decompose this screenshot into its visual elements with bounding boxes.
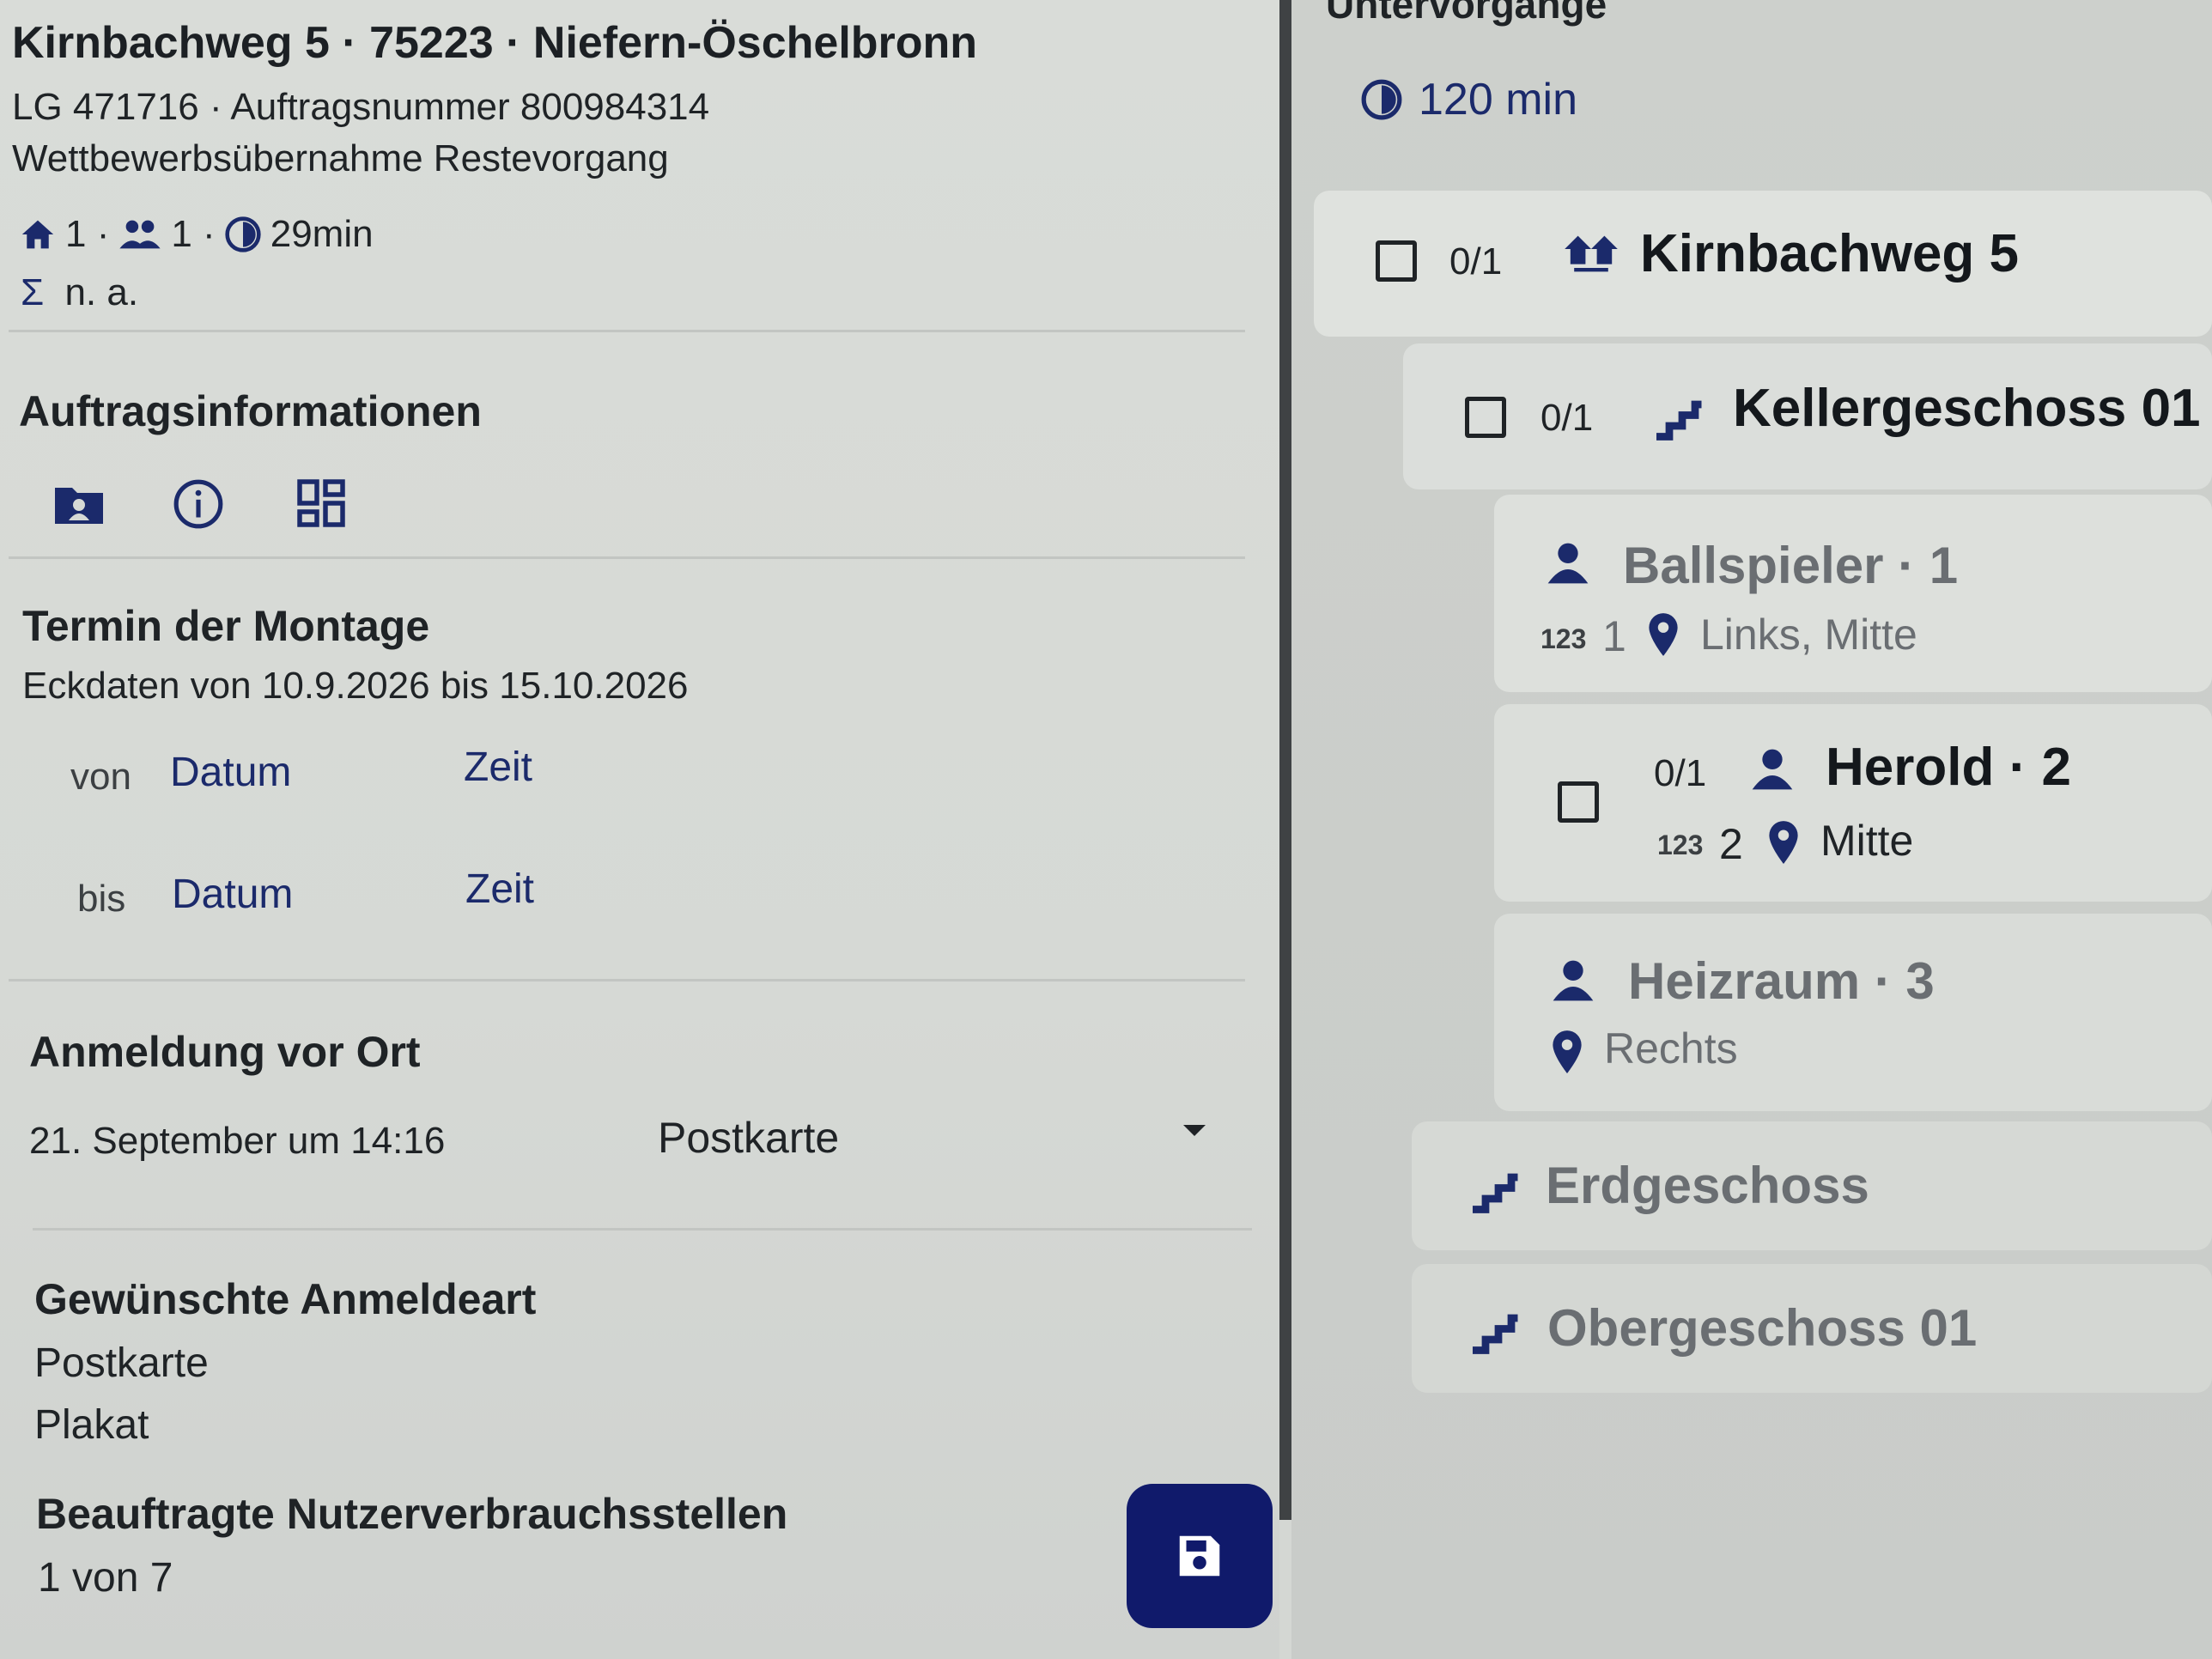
- divider: [9, 979, 1245, 981]
- pane-divider[interactable]: [1279, 0, 1291, 1520]
- floor-keller-count: 0/1: [1540, 397, 1594, 439]
- chevron-down-icon[interactable]: [1183, 1125, 1206, 1136]
- houses-count: 1 ·: [65, 213, 110, 255]
- unit-heizraum-label: Heizraum · 3: [1628, 952, 1935, 1010]
- floor-keller-label: Kellergeschoss 01: [1733, 379, 2201, 438]
- duration: 29min: [270, 213, 374, 255]
- subprocess-title: Untervorgänge: [1326, 0, 1607, 27]
- floor-erdgeschoss-row[interactable]: Erdgeschoss: [1412, 1121, 2212, 1250]
- clock-icon: [225, 216, 261, 252]
- von-time-field[interactable]: Zeit: [464, 744, 532, 791]
- clock-icon: [1361, 79, 1402, 120]
- building-checkbox[interactable]: [1376, 240, 1417, 282]
- nutzer-title: Beauftragte Nutzerverbrauchsstellen: [36, 1490, 788, 1538]
- stairs-icon: [1473, 1173, 1518, 1213]
- bis-time-field[interactable]: Zeit: [465, 866, 534, 913]
- von-date-field[interactable]: Datum: [170, 749, 291, 796]
- save-button[interactable]: [1127, 1484, 1273, 1628]
- bis-date-field[interactable]: Datum: [172, 871, 293, 918]
- auftragsinfo-title: Auftragsinformationen: [19, 387, 482, 435]
- person-icon: [1752, 749, 1793, 790]
- anmeldung-datetime: 21. September um 14:16: [29, 1120, 446, 1162]
- floor-keller-row[interactable]: 0/1 Kellergeschoss 01: [1403, 343, 2212, 489]
- unit-herold-checkbox[interactable]: [1558, 781, 1599, 823]
- anmeldung-method-select[interactable]: Postkarte: [658, 1113, 839, 1163]
- location-pin-icon: [1649, 613, 1678, 656]
- save-icon: [1179, 1535, 1220, 1577]
- person-icon: [1553, 960, 1594, 1001]
- unit-ballspieler-location: Links, Mitte: [1700, 611, 1917, 659]
- floor-obergeschoss-row[interactable]: Obergeschoss 01: [1412, 1264, 2212, 1393]
- subprocess-duration: 120 min: [1360, 74, 1577, 125]
- gewuenschte-option-postkarte: Postkarte: [34, 1340, 209, 1386]
- location-pin-icon: [1553, 1030, 1582, 1073]
- divider: [9, 330, 1245, 332]
- gewuenschte-title: Gewünschte Anmeldeart: [34, 1275, 537, 1323]
- persons-count: 1 ·: [171, 213, 216, 255]
- unit-ballspieler-num: 1: [1602, 612, 1626, 660]
- floor-keller-checkbox[interactable]: [1465, 397, 1506, 438]
- unit-herold-location: Mitte: [1820, 817, 1914, 865]
- unit-heizraum-location: Rechts: [1604, 1024, 1738, 1073]
- stairs-icon: [1473, 1314, 1518, 1354]
- building-count: 0/1: [1449, 240, 1503, 283]
- unit-heizraum-row[interactable]: Heizraum · 3 Rechts: [1494, 914, 2212, 1111]
- info-icon[interactable]: [172, 477, 225, 535]
- order-stats: 1 · 1 · 29min: [19, 213, 374, 256]
- unit-ballspieler-label: Ballspieler · 1: [1623, 537, 1959, 594]
- building-row[interactable]: 0/1 Kirnbachweg 5: [1314, 191, 2212, 337]
- floor-erdgeschoss-label: Erdgeschoss: [1546, 1157, 1869, 1214]
- contact-folder-icon[interactable]: [52, 481, 106, 532]
- floor-obergeschoss-label: Obergeschoss 01: [1547, 1299, 1978, 1357]
- gewuenschte-option-plakat: Plakat: [34, 1402, 149, 1448]
- location-pin-icon: [1769, 821, 1798, 864]
- unit-herold-num: 2: [1719, 820, 1743, 868]
- sigma-icon: Σ: [21, 271, 45, 313]
- person-icon: [1547, 543, 1589, 584]
- numeric-icon: 123: [1540, 623, 1587, 654]
- unit-herold-count: 0/1: [1654, 752, 1707, 794]
- duration-value: 120 min: [1419, 75, 1577, 125]
- nutzer-value: 1 von 7: [38, 1555, 173, 1601]
- order-number-line: LG 471716 · Auftragsnummer 800984314: [12, 86, 710, 128]
- unit-herold-label: Herold · 2: [1826, 738, 2071, 797]
- sum-value: n. a.: [64, 271, 139, 313]
- sum-row: Σ n. a.: [21, 271, 138, 314]
- home-icon: [21, 220, 54, 249]
- termin-title: Termin der Montage: [22, 602, 430, 650]
- address-title: Kirnbachweg 5 · 75223 · Niefern-Öschelbr…: [12, 18, 978, 68]
- unit-ballspieler-row[interactable]: Ballspieler · 1 123 1 Links, Mitte: [1494, 495, 2212, 692]
- subprocess-pane: Untervorgänge 120 min 0/1 Kirnbachweg 5 …: [1291, 0, 2212, 1659]
- numeric-icon: 123: [1657, 830, 1704, 860]
- divider: [33, 1228, 1252, 1231]
- order-type: Wettbewerbsübernahme Restevorgang: [12, 137, 669, 179]
- divider: [9, 556, 1245, 559]
- bis-label: bis: [77, 878, 126, 920]
- building-label: Kirnbachweg 5: [1640, 224, 2019, 283]
- von-label: von: [70, 756, 131, 798]
- dashboard-icon[interactable]: [295, 477, 347, 533]
- buildings-icon: [1565, 235, 1618, 272]
- people-icon: [119, 220, 161, 249]
- stairs-icon: [1656, 400, 1702, 441]
- eckdaten-text: Eckdaten von 10.9.2026 bis 15.10.2026: [22, 665, 689, 707]
- order-detail-pane: Kirnbachweg 5 · 75223 · Niefern-Öschelbr…: [0, 0, 1279, 1659]
- anmeldung-title: Anmeldung vor Ort: [29, 1028, 421, 1076]
- unit-herold-row[interactable]: 0/1 Herold · 2 123 2 Mitte: [1494, 704, 2212, 902]
